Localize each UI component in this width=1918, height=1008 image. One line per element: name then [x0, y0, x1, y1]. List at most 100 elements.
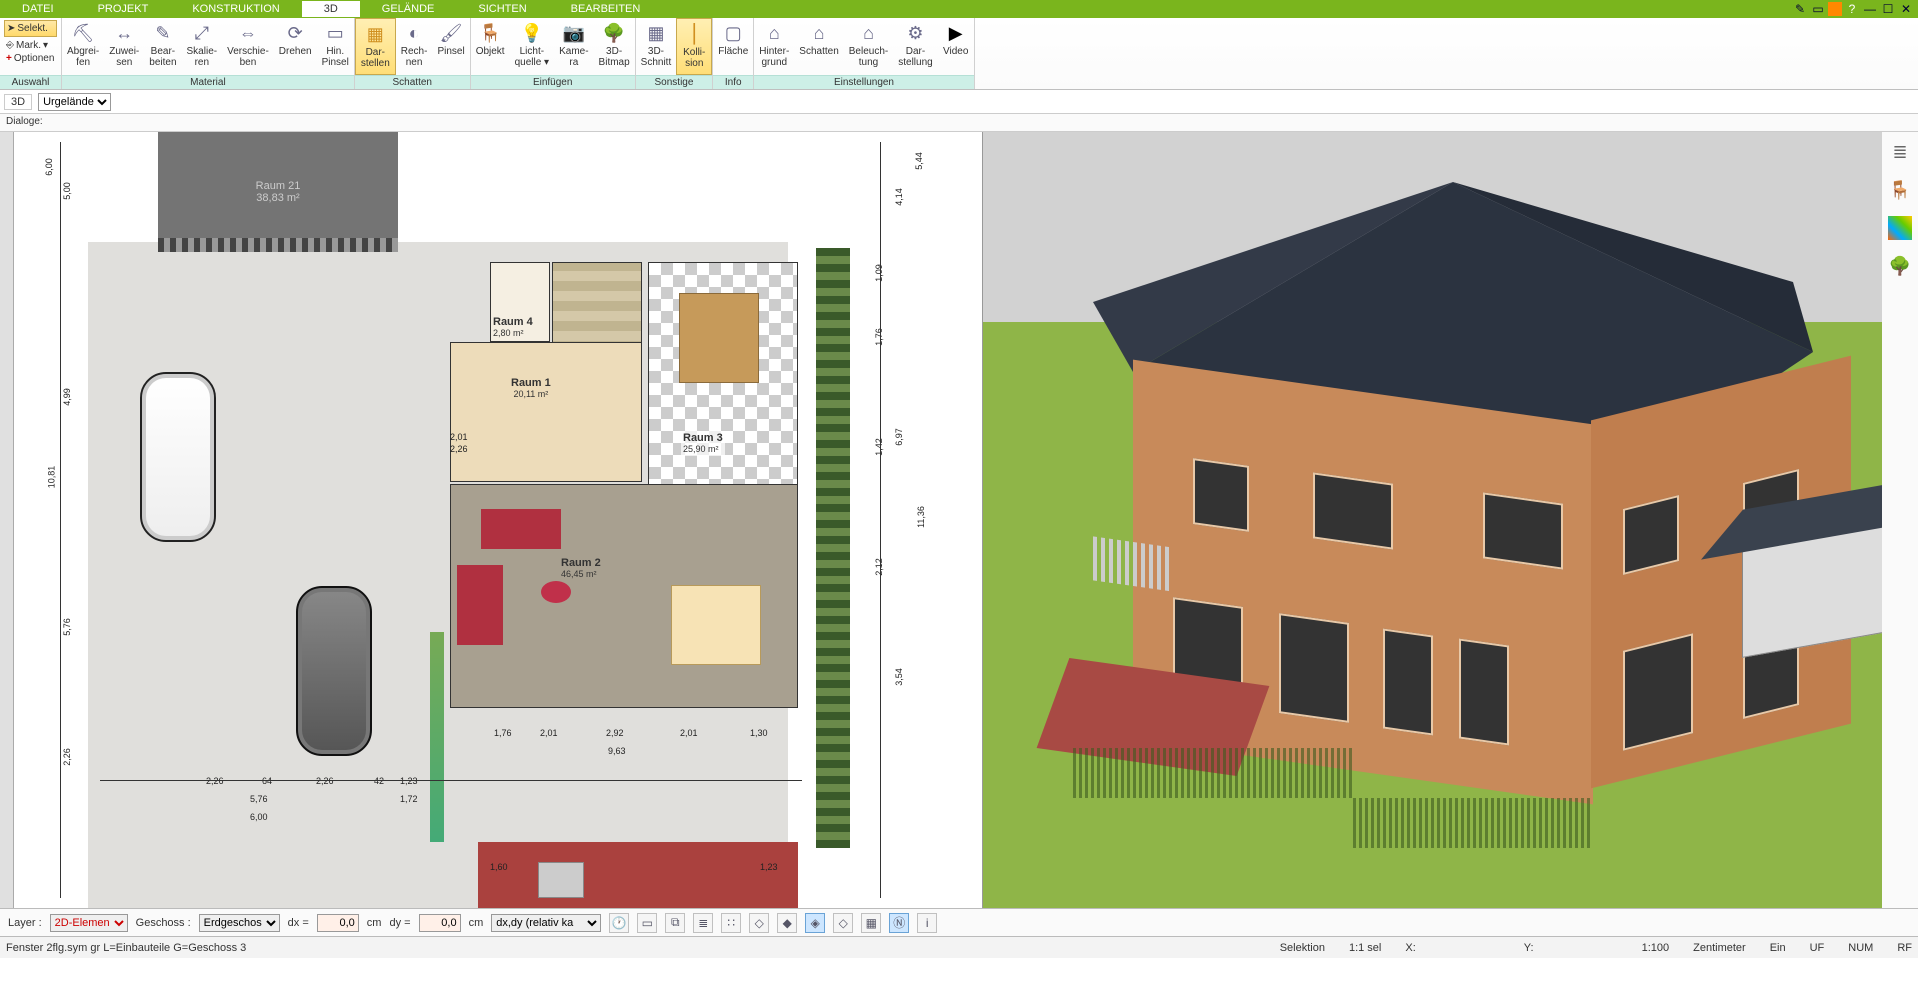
view-3d[interactable]	[983, 132, 1882, 908]
menu-bearbeiten[interactable]: BEARBEITEN	[549, 1, 663, 17]
tool-3dbitmap[interactable]: 🌳3D-Bitmap	[594, 18, 635, 75]
clock-icon[interactable]: 🕐	[609, 913, 629, 933]
window-f5	[1279, 613, 1349, 723]
menu-konstruktion[interactable]: KONSTRUKTION	[170, 1, 301, 17]
dy-input[interactable]	[419, 914, 461, 932]
object-icon: 🪑	[479, 22, 501, 44]
layer-label: Layer :	[8, 917, 42, 929]
dim-right-4: 1,76	[874, 328, 884, 346]
tool-verschieben[interactable]: ⇔Verschie-ben	[222, 18, 274, 75]
grass-tuft-1	[1073, 748, 1353, 798]
pen-icon[interactable]: ✎	[1792, 2, 1808, 16]
grid2-icon[interactable]: ▦	[861, 913, 881, 933]
tool-kamera[interactable]: 📷Kame-ra	[554, 18, 593, 75]
optionen-button[interactable]: +Optionen	[4, 52, 57, 65]
layer-select[interactable]: 2D-Elemen	[50, 914, 128, 932]
tool-darstellen[interactable]: ▦Dar-stellen	[355, 18, 396, 75]
tool-hintergrund[interactable]: ⌂Hinter-grund	[754, 18, 794, 75]
dim-left-6: 2,26	[62, 748, 72, 766]
view-label: 3D	[4, 94, 32, 110]
window-f1	[1193, 458, 1249, 532]
menu-gelaende[interactable]: GELÄNDE	[360, 1, 457, 17]
tool-rechnen[interactable]: ◐Rech-nen	[396, 18, 433, 75]
mark-button[interactable]: ⎆Mark.▾	[4, 39, 57, 52]
menu-projekt[interactable]: PROJEKT	[76, 1, 171, 17]
color-icon[interactable]	[1828, 2, 1842, 16]
car-white[interactable]	[140, 372, 216, 542]
tool-beleuchtung[interactable]: ⌂Beleuch-tung	[844, 18, 893, 75]
minimize-icon[interactable]: —	[1862, 2, 1878, 16]
plan-2d-view[interactable]: Raum 21 38,83 m² Raum 42,80 m² Raum 120,…	[0, 132, 983, 908]
menu-sichten[interactable]: SICHTEN	[456, 1, 548, 17]
selekt-button[interactable]: ➤Selekt.	[4, 20, 57, 37]
dx-label: dx =	[288, 917, 309, 929]
status-scale: 1:100	[1642, 942, 1670, 954]
tool-pinsel[interactable]: 🖌Pinsel	[432, 18, 469, 75]
tool-video[interactable]: ▶Video	[938, 18, 974, 75]
tool-hin-pinsel[interactable]: ▭Hin.Pinsel	[317, 18, 354, 75]
plant-tool[interactable]: 🌳	[1888, 254, 1912, 278]
snap2-icon[interactable]: ◆	[777, 913, 797, 933]
dx-input[interactable]	[317, 914, 359, 932]
group-label-material: Material	[62, 75, 354, 89]
dim-mid-7: 1,30	[750, 728, 768, 738]
ottoman	[541, 581, 571, 603]
tool-bearbeiten[interactable]: ✎Bear-beiten	[144, 18, 181, 75]
cm-2: cm	[469, 917, 484, 929]
dim-left-3: 4,99	[62, 388, 72, 406]
ribbon-group-einstellungen: ⌂Hinter-grund ⌂Schatten ⌂Beleuch-tung ⚙D…	[754, 18, 974, 89]
layers-tool[interactable]: ≣	[1888, 140, 1912, 164]
geschoss-select[interactable]: Erdgeschos	[199, 914, 280, 932]
rect-icon[interactable]: ▭	[1810, 2, 1826, 16]
status-ein: Ein	[1770, 942, 1786, 954]
dim-right-2: 4,14	[894, 188, 904, 206]
car-dark[interactable]	[296, 586, 372, 756]
group-icon[interactable]: ⧉	[665, 913, 685, 933]
info-icon[interactable]: i	[917, 913, 937, 933]
snap3-icon[interactable]: ◈	[805, 913, 825, 933]
tool-objekt[interactable]: 🪑Objekt	[471, 18, 510, 75]
tool-drehen[interactable]: ⟳Drehen	[274, 18, 317, 75]
dim-line-right	[880, 142, 881, 898]
help-icon[interactable]: ?	[1844, 2, 1860, 16]
menu-3d[interactable]: 3D	[302, 1, 360, 17]
status-selection: Selektion	[1280, 942, 1325, 954]
terrace[interactable]	[478, 842, 798, 908]
brush-bg-icon: ▭	[324, 22, 346, 44]
group-label-einstellungen: Einstellungen	[754, 75, 973, 89]
layers-toggle-icon[interactable]: ≣	[693, 913, 713, 933]
tool-darstellung[interactable]: ⚙Dar-stellung	[893, 18, 937, 75]
room-2[interactable]: Raum 246,45 m²	[450, 484, 798, 708]
coord-mode-select[interactable]: dx,dy (relativ ka	[491, 914, 601, 932]
palette-tool[interactable]: .	[1888, 216, 1912, 240]
tool-lichtquelle[interactable]: 💡Licht-quelle ▾	[510, 18, 555, 75]
tool-3dschnitt[interactable]: ▦3D-Schnitt	[636, 18, 677, 75]
dim-right-6: 1,42	[874, 438, 884, 456]
dy-label: dy =	[389, 917, 410, 929]
screen-icon[interactable]: ▭	[637, 913, 657, 933]
ribbon-group-info: ▢Fläche Info	[713, 18, 754, 89]
furniture-tool[interactable]: 🪑	[1888, 178, 1912, 202]
house-shadow-icon: ⌂	[808, 22, 830, 44]
room-4[interactable]: Raum 42,80 m²	[490, 262, 550, 342]
content-split: Raum 21 38,83 m² Raum 42,80 m² Raum 120,…	[0, 132, 1918, 908]
grid-icon[interactable]: ∷	[721, 913, 741, 933]
maximize-icon[interactable]: ☐	[1880, 2, 1896, 16]
dim-line-cars	[100, 780, 802, 781]
tool-abgreifen[interactable]: ⛏Abgrei-fen	[62, 18, 104, 75]
north-icon[interactable]: Ⓝ	[889, 913, 909, 933]
close-icon[interactable]: ✕	[1898, 2, 1914, 16]
menu-datei[interactable]: DATEI	[0, 1, 76, 17]
tool-zuweisen[interactable]: ↔Zuwei-sen	[104, 18, 144, 75]
garage-room[interactable]: Raum 21 38,83 m²	[158, 132, 398, 252]
tool-flaeche[interactable]: ▢Fläche	[713, 18, 753, 75]
tool-schatten-set[interactable]: ⌂Schatten	[794, 18, 843, 75]
snap1-icon[interactable]: ◇	[749, 913, 769, 933]
dim-mid-2: 2,26	[450, 444, 468, 454]
ribbon-group-einfuegen: 🪑Objekt 💡Licht-quelle ▾ 📷Kame-ra 🌳3D-Bit…	[471, 18, 636, 89]
terrain-select[interactable]: Urgelände	[38, 93, 111, 111]
snap4-icon[interactable]: ◇	[833, 913, 853, 933]
room-1[interactable]: Raum 120,11 m²	[450, 342, 642, 482]
tool-kollision[interactable]: ⎪Kolli-sion	[676, 18, 712, 75]
tool-skalieren[interactable]: ⤢Skalie-ren	[182, 18, 223, 75]
